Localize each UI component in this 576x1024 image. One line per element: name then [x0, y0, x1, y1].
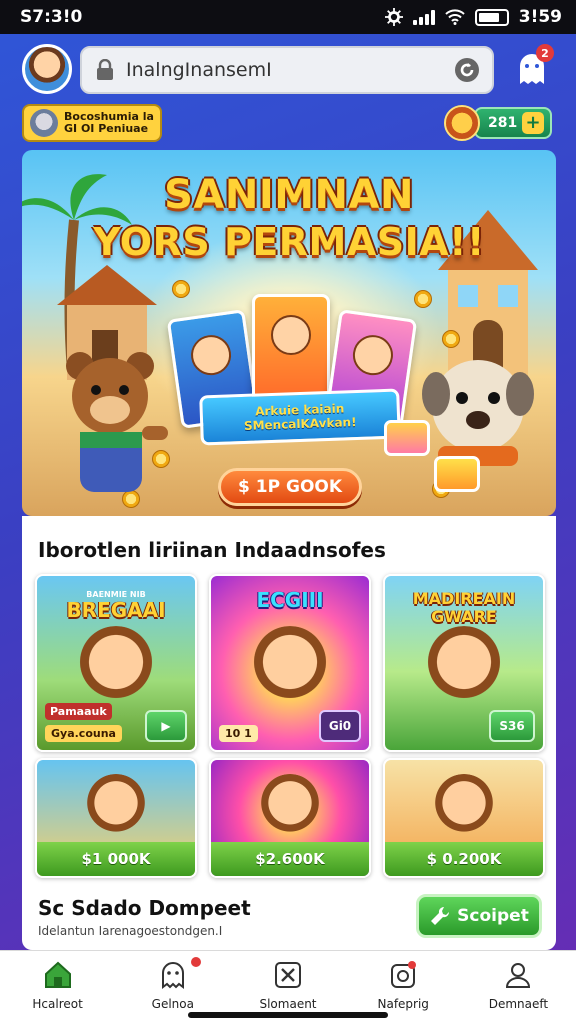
status-time-right: 3!59	[518, 7, 562, 27]
hero-cta-label: 1P GOOK	[255, 477, 343, 497]
lock-icon	[97, 59, 113, 80]
price-button[interactable]: $2.600K	[211, 842, 369, 876]
hero-cta-button[interactable]: $ 1P GOOK	[218, 468, 362, 506]
nav-item-home[interactable]: Hcalreot	[0, 951, 115, 1024]
game-tile[interactable]: MADIREAIN GWARE S36	[383, 574, 545, 752]
wallet-title: Sc Sdado Dompeet	[38, 896, 251, 920]
status-time: S7:3!0	[20, 7, 83, 27]
game-tile-tag: Pamaauk	[45, 703, 112, 720]
bear-character-icon	[66, 352, 168, 492]
price-button[interactable]: $ 0.200K	[385, 842, 543, 876]
boy-character-icon	[250, 626, 330, 706]
nav-label: Demnaeft	[488, 997, 549, 1011]
user-chip-label: Bocoshumia la GI OI Peniuae	[64, 111, 154, 135]
game-tile-name: ECGIII	[256, 588, 324, 612]
boy-character-icon	[432, 774, 496, 838]
user-mini-avatar	[30, 109, 58, 137]
dollar-icon: $	[237, 477, 250, 497]
avatar[interactable]	[22, 44, 72, 94]
hero-title-line2: YORS PERMASIA!!	[93, 220, 485, 264]
app-header: InalngInansemI 2	[0, 38, 576, 100]
game-tile-tag2: Gya.couna	[45, 725, 122, 742]
coin-badge-icon	[444, 105, 480, 141]
add-coins-button[interactable]: +	[522, 112, 544, 134]
battery-icon	[474, 8, 509, 26]
status-bar: S7:3!0 3!59	[0, 0, 576, 34]
dog-character-icon	[422, 360, 534, 466]
character-card	[252, 294, 330, 404]
coin-value: 281	[488, 115, 518, 131]
game-tile-name: BREGAAI	[66, 598, 166, 622]
game-tile-count: 10 1	[219, 725, 258, 742]
play-button[interactable]: ▶	[145, 710, 187, 742]
settings-icon	[384, 8, 403, 26]
hero-banner[interactable]: SANIMNAN YORS PERMASIA!! Arkuie kaiain S…	[22, 150, 556, 516]
bear-character-icon	[76, 626, 156, 706]
price-button[interactable]: $1 000K	[37, 842, 195, 876]
badge-icon	[391, 961, 417, 988]
balloon-character-icon	[424, 626, 504, 706]
reload-icon[interactable]	[454, 57, 480, 83]
hero-plate: Arkuie kaiain SMencalKAvkan!	[199, 388, 401, 446]
nav-label: Slomaent	[259, 997, 317, 1011]
wrench-icon	[431, 906, 450, 925]
home-icon	[44, 961, 71, 988]
scoipet-label: Scoipet	[457, 906, 529, 926]
boy-character-icon	[84, 774, 148, 838]
scoipet-button[interactable]: Scoipet	[416, 894, 542, 938]
coin-balance[interactable]: 281 +	[444, 104, 554, 142]
wallet-subtitle: Idelantun Iarenagoestondgen.I	[38, 924, 223, 938]
nav-item-profile[interactable]: Demnaeft	[461, 951, 576, 1024]
game-tile-title: MADIREAIN GWARE	[412, 589, 516, 626]
bear-character-icon	[258, 774, 322, 838]
game-tile-title: ECGIII	[211, 590, 369, 610]
signal-icon	[412, 9, 435, 25]
game-tile-title: BAENMIE NIB BREGAAI	[37, 590, 195, 620]
coin-icon	[414, 290, 432, 308]
game-tile[interactable]: ECGIII 10 1 Gi0	[209, 574, 371, 752]
user-chip[interactable]: Bocoshumia la GI OI Peniuae	[22, 104, 162, 142]
game-tile-badge[interactable]: S36	[489, 710, 535, 742]
url-text[interactable]: InalngInansemI	[126, 59, 454, 81]
hero-title-line1: SANIMNAN	[164, 172, 414, 218]
game-tile[interactable]: $ 0.200K	[383, 758, 545, 878]
profile-icon	[506, 963, 531, 988]
nav-label: Gelnoa	[151, 997, 194, 1011]
hero-plate-line2: SMencalKAvkan!	[243, 415, 357, 433]
home-indicator[interactable]	[188, 1012, 388, 1018]
section-title: Iborotlen liriinan Indaadnsofes	[38, 538, 386, 562]
wifi-icon	[445, 9, 465, 25]
game-tile[interactable]: $1 000K	[35, 758, 197, 878]
game-tile-badge[interactable]: Gi0	[319, 710, 361, 742]
game-tile[interactable]: BAENMIE NIB BREGAAI Pamaauk Gya.couna ▶	[35, 574, 197, 752]
crossed-box-icon	[275, 962, 301, 988]
address-bar[interactable]: InalngInansemI	[80, 46, 494, 94]
user-chip-line2: GI OI Peniuae	[64, 122, 149, 135]
nav-dot	[191, 957, 202, 967]
game-tile[interactable]: $2.600K	[209, 758, 371, 878]
nav-label: Nafeprig	[377, 997, 429, 1011]
content-panel: Iborotlen liriinan Indaadnsofes BAENMIE …	[22, 516, 556, 950]
gift-icon	[434, 456, 480, 492]
nav-label: Hcalreot	[32, 997, 83, 1011]
gift-icon	[384, 420, 430, 456]
coin-pill: 281 +	[474, 107, 552, 139]
notifications-button[interactable]: 2	[512, 44, 554, 88]
ghost-icon	[161, 962, 184, 989]
notification-count: 2	[536, 44, 554, 62]
status-icons: 3!59	[384, 7, 562, 27]
